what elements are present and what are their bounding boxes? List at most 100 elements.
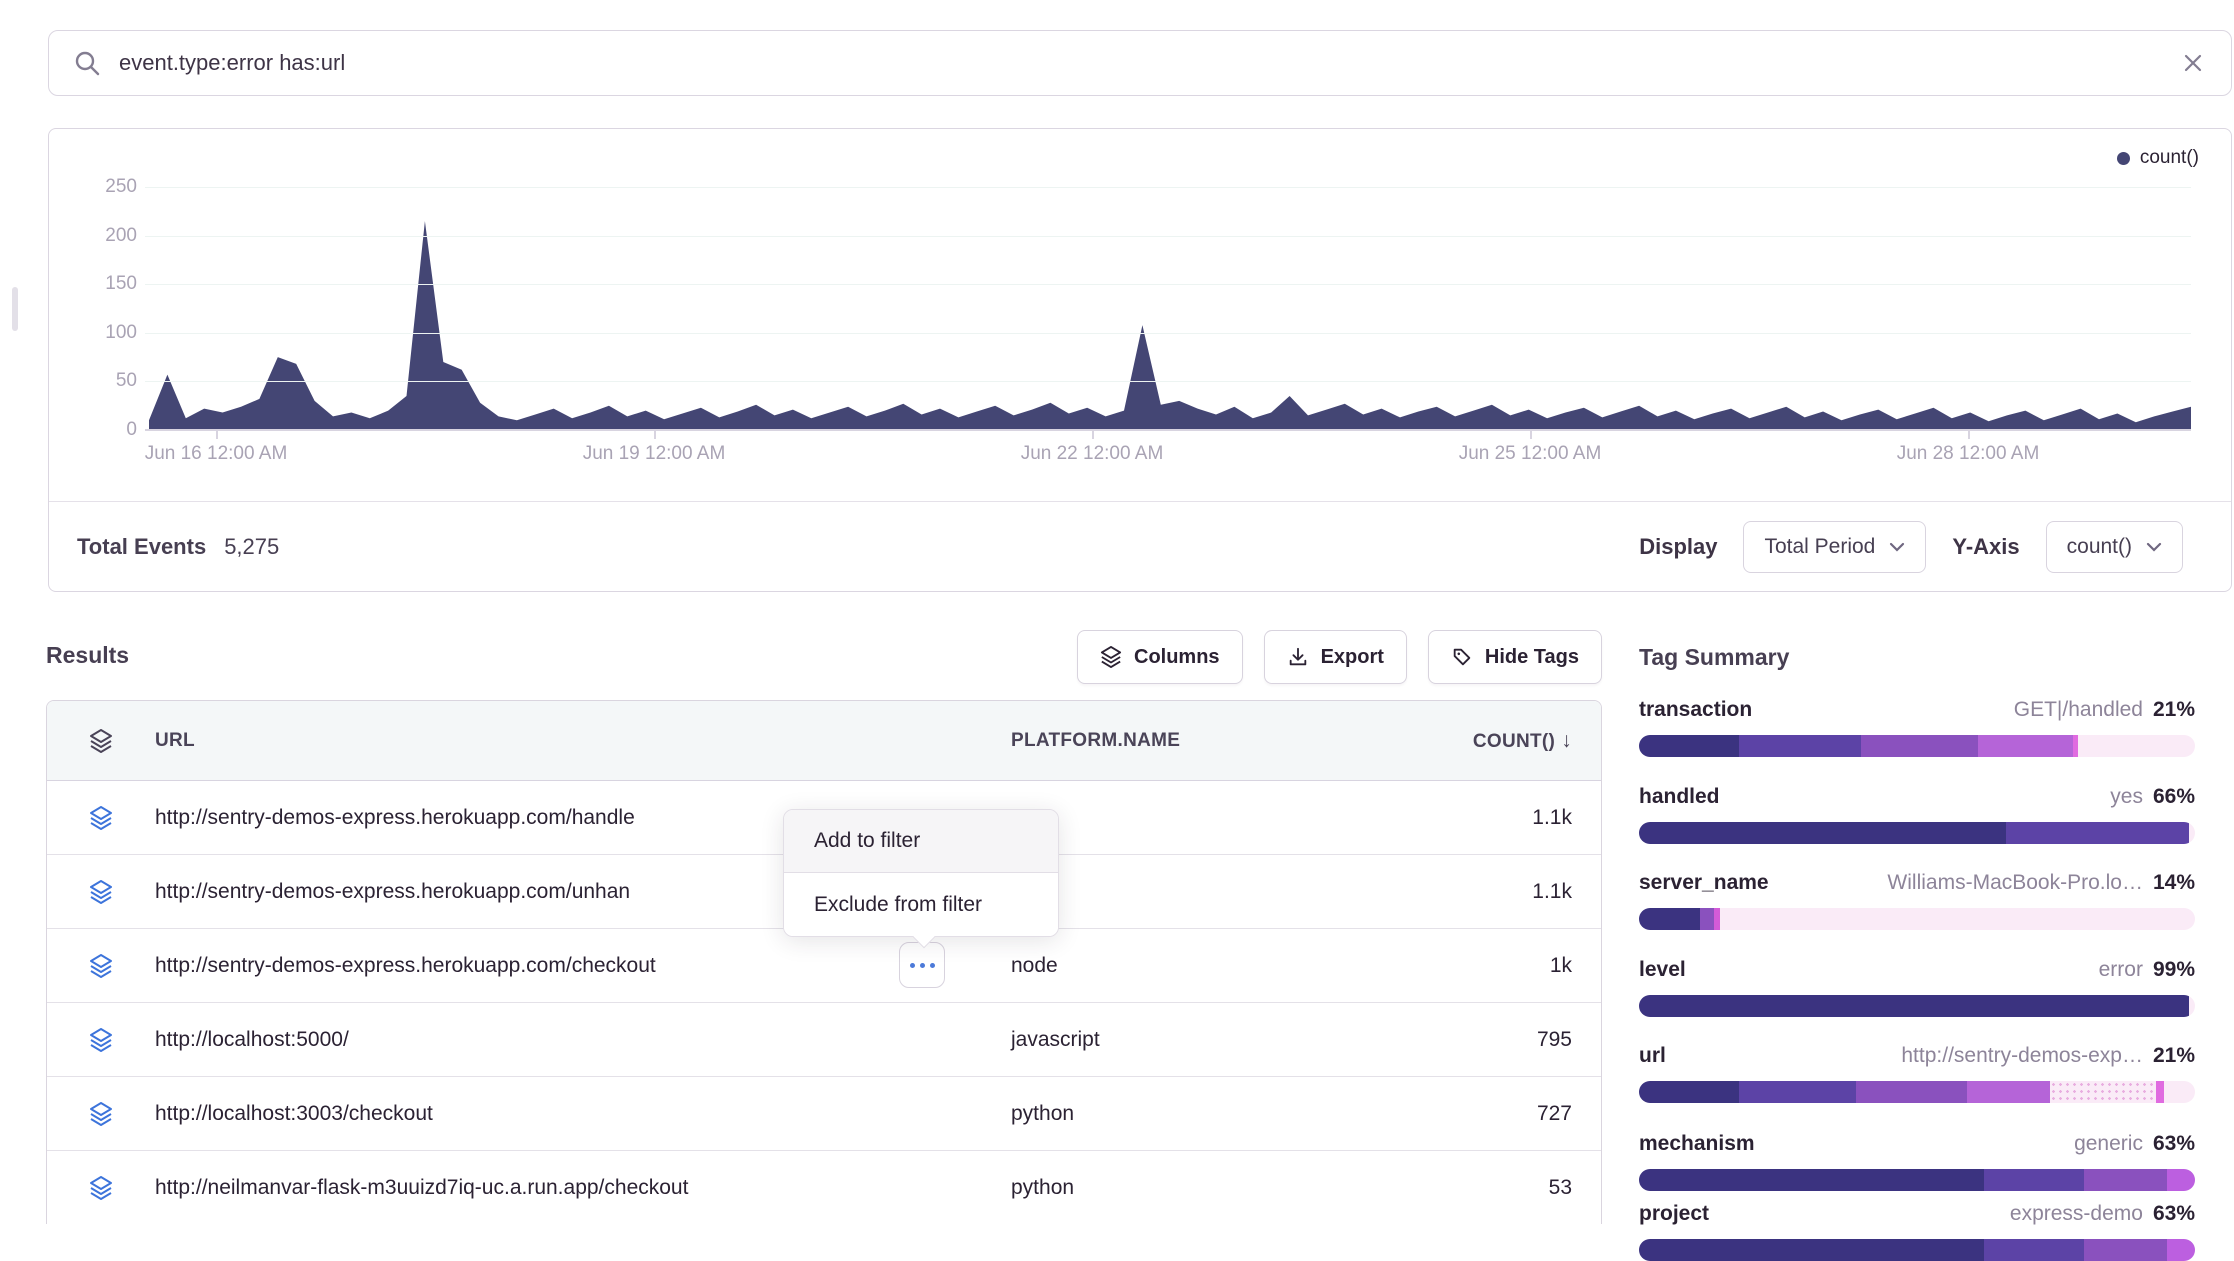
y-tick-label: 100 (63, 322, 137, 344)
tag-distribution-bar[interactable] (1639, 1239, 2195, 1261)
tag-distribution-bar[interactable] (1639, 908, 2195, 930)
dot (910, 963, 915, 968)
platform-cell: python (1011, 1102, 1431, 1126)
tag-entry: level error 99% (1639, 955, 2195, 1017)
hide-tags-button[interactable]: Hide Tags (1428, 630, 1602, 684)
platform-cell: javascript (1011, 1028, 1431, 1052)
url-cell[interactable]: http://localhost:3003/checkout (155, 1102, 1011, 1126)
download-icon (1287, 646, 1309, 668)
stack-icon (89, 879, 113, 905)
tag-bar-segment (2156, 1081, 2164, 1103)
yaxis-dropdown-value: count() (2067, 535, 2132, 559)
tag-top-percent: 66% (2153, 785, 2195, 809)
tag-top-percent: 99% (2153, 958, 2195, 982)
chart-gridline (145, 333, 2191, 334)
stack-icon (89, 953, 113, 979)
chart-plot-area[interactable] (149, 179, 2191, 430)
count-cell: 1.1k (1431, 880, 1601, 904)
tag-top-percent: 21% (2153, 1044, 2195, 1068)
chevron-down-icon (2146, 542, 2162, 552)
tag-distribution-bar[interactable] (1639, 1081, 2195, 1103)
tag-distribution-bar[interactable] (1639, 995, 2195, 1017)
x-tick-label: Jun 22 12:00 AM (1021, 443, 1164, 465)
tag-distribution-bar[interactable] (1639, 822, 2195, 844)
tag-entry: transaction GET|/handled 21% (1639, 695, 2195, 757)
total-events-value: 5,275 (224, 534, 279, 560)
tag-entry: url http://sentry-demos-exp… 21% (1639, 1041, 2195, 1103)
display-label: Display (1639, 534, 1717, 560)
tag-bar-segment (1984, 1239, 2084, 1261)
column-header-platform[interactable]: PLATFORM.NAME (1011, 730, 1431, 752)
x-tick-label: Jun 16 12:00 AM (145, 443, 288, 465)
cell-actions-button[interactable] (899, 942, 945, 988)
results-table: URL PLATFORM.NAME COUNT()↓ http://sentry… (46, 700, 1602, 1224)
tag-distribution-bar[interactable] (1639, 1169, 2195, 1191)
table-row[interactable]: http://localhost:5000/ javascript 795 (47, 1003, 1601, 1077)
clear-search-icon[interactable] (2181, 51, 2205, 75)
panel-collapse-handle[interactable] (12, 287, 18, 331)
menu-item[interactable]: Add to filter (784, 810, 1058, 873)
total-events-label: Total Events (77, 534, 206, 560)
tag-bar-segment (1639, 1081, 1739, 1103)
stack-icon (89, 1175, 113, 1201)
export-button-label: Export (1321, 646, 1384, 669)
tag-bar-segment (1984, 1169, 2084, 1191)
tag-top-value: Williams-MacBook-Pro.lo… (1887, 871, 2143, 895)
tag-icon (1451, 646, 1473, 668)
url-cell[interactable]: http://neilmanvar-flask-m3uuizd7iq-uc.a.… (155, 1176, 1011, 1200)
search-bar[interactable]: event.type:error has:url (48, 30, 2232, 96)
column-header-count[interactable]: COUNT()↓ (1431, 729, 1601, 753)
tag-entry: server_name Williams-MacBook-Pro.lo… 14% (1639, 868, 2195, 930)
tag-top-value: http://sentry-demos-exp… (1901, 1044, 2143, 1068)
table-row[interactable]: http://neilmanvar-flask-m3uuizd7iq-uc.a.… (47, 1151, 1601, 1224)
tag-top-value: error (2099, 958, 2143, 982)
export-button[interactable]: Export (1264, 630, 1407, 684)
legend-series-dot (2117, 152, 2130, 165)
tag-summary-heading: Tag Summary (1639, 644, 1789, 671)
chart-legend[interactable]: count() (2117, 147, 2199, 169)
y-tick-label: 250 (63, 176, 137, 198)
sort-desc-icon: ↓ (1561, 729, 1572, 752)
tag-bar-segment (2050, 1081, 2156, 1103)
table-header-row: URL PLATFORM.NAME COUNT()↓ (47, 701, 1601, 781)
menu-item[interactable]: Exclude from filter (784, 873, 1058, 936)
tag-bar-segment (1856, 1081, 1967, 1103)
tag-bar-segment (1967, 1081, 2050, 1103)
url-cell[interactable]: http://sentry-demos-express.herokuapp.co… (155, 954, 1011, 978)
tag-bar-segment (2084, 1169, 2167, 1191)
x-tick-mark (216, 431, 218, 439)
chart-gridline (145, 187, 2191, 188)
count-cell: 1.1k (1431, 806, 1601, 830)
tag-bar-segment (1720, 908, 2195, 930)
x-tick-mark (654, 431, 656, 439)
count-cell: 1k (1431, 954, 1601, 978)
column-header-url[interactable]: URL (155, 730, 1011, 752)
tag-top-value: GET|/handled (2014, 698, 2143, 722)
display-dropdown[interactable]: Total Period (1743, 521, 1926, 573)
events-chart-card: count() Total Events 5,275 Display Total… (48, 128, 2232, 592)
chart-gridline (145, 284, 2191, 285)
url-cell[interactable]: http://localhost:5000/ (155, 1028, 1011, 1052)
tag-bar-segment (2167, 1239, 2195, 1261)
tag-bar-segment (1700, 908, 1714, 930)
tag-bar-segment (2189, 822, 2195, 844)
tag-distribution-bar[interactable] (1639, 735, 2195, 757)
stack-icon (89, 805, 113, 831)
yaxis-dropdown[interactable]: count() (2046, 521, 2183, 573)
stack-icon (89, 1027, 113, 1053)
x-tick-mark (1092, 431, 1094, 439)
x-tick-label: Jun 25 12:00 AM (1459, 443, 1602, 465)
platform-cell: node (1011, 954, 1431, 978)
columns-button[interactable]: Columns (1077, 630, 1243, 684)
x-tick-label: Jun 19 12:00 AM (583, 443, 726, 465)
tag-top-percent: 14% (2153, 871, 2195, 895)
table-row[interactable]: http://sentry-demos-express.herokuapp.co… (47, 929, 1601, 1003)
tag-name: project (1639, 1202, 1709, 1226)
stack-icon (89, 1101, 113, 1127)
search-input[interactable]: event.type:error has:url (119, 50, 2181, 76)
count-cell: 53 (1431, 1176, 1601, 1200)
tag-top-value: yes (2110, 785, 2143, 809)
tag-bar-segment (1639, 1169, 1984, 1191)
tag-bar-segment (1639, 908, 1700, 930)
table-row[interactable]: http://localhost:3003/checkout python 72… (47, 1077, 1601, 1151)
